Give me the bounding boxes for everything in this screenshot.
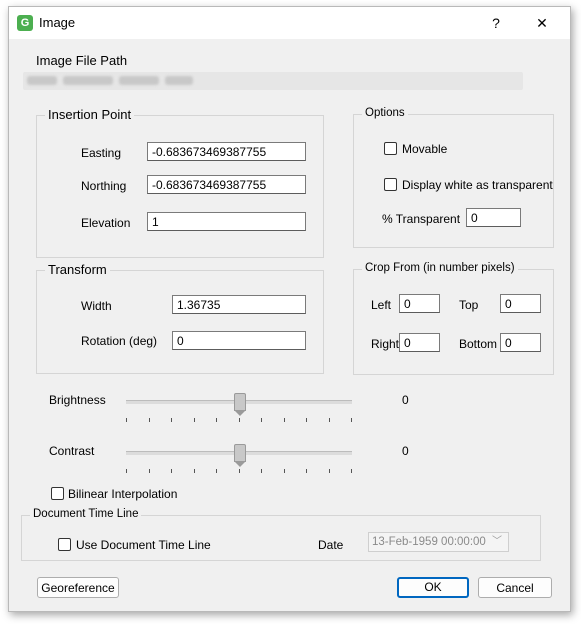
date-value: 13-Feb-1959 00:00:00: [372, 536, 486, 548]
crop-top-input[interactable]: 0: [500, 294, 541, 313]
use-time-line-checkbox[interactable]: [58, 538, 71, 551]
crop-top-label: Top: [459, 298, 479, 312]
ok-button[interactable]: OK: [397, 577, 469, 598]
crop-right-label: Right: [371, 337, 400, 351]
brightness-tick: [216, 418, 217, 422]
time-line-title: Document Time Line: [30, 508, 142, 520]
northing-input[interactable]: -0.683673469387755: [147, 175, 306, 194]
chevron-down-icon: ﹀: [492, 536, 502, 547]
brightness-tick: [149, 418, 150, 422]
contrast-tick: [306, 469, 307, 473]
brightness-tick: [239, 418, 240, 422]
crop-bottom-input[interactable]: 0: [500, 333, 541, 352]
brightness-tick: [351, 418, 352, 422]
contrast-tick: [216, 469, 217, 473]
contrast-slider[interactable]: [126, 444, 352, 474]
white-transparent-checkbox[interactable]: [384, 178, 397, 191]
options-group: Options Movable Display white as transpa…: [353, 107, 554, 248]
crop-left-label: Left: [371, 298, 392, 312]
brightness-value: 0: [402, 393, 409, 407]
close-button[interactable]: ✕: [528, 11, 556, 35]
contrast-tick: [194, 469, 195, 473]
northing-label: Northing: [81, 179, 127, 193]
transparent-label: % Transparent: [382, 212, 461, 226]
crop-left-input[interactable]: 0: [399, 294, 440, 313]
contrast-tick: [126, 469, 127, 473]
brightness-tick: [329, 418, 330, 422]
georeference-button[interactable]: Georeference: [37, 577, 119, 598]
bilinear-checkbox[interactable]: [51, 487, 64, 500]
insertion-point-group: Insertion Point Easting -0.6836734693877…: [36, 107, 324, 258]
brightness-tick: [171, 418, 172, 422]
transform-group: Transform Width 1.36735 Rotation (deg) 0: [36, 262, 324, 374]
contrast-tick: [261, 469, 262, 473]
date-label: Date: [318, 538, 344, 552]
brightness-thumb[interactable]: [234, 393, 246, 416]
contrast-tick: [284, 469, 285, 473]
width-input[interactable]: 1.36735: [172, 295, 306, 314]
white-transparent-label: Display white as transparent: [402, 178, 553, 192]
contrast-label: Contrast: [49, 444, 95, 458]
brightness-tick: [284, 418, 285, 422]
app-icon: G: [17, 15, 33, 31]
brightness-tick: [261, 418, 262, 422]
contrast-tick: [351, 469, 352, 473]
contrast-value: 0: [402, 444, 409, 458]
contrast-tick: [171, 469, 172, 473]
bilinear-label: Bilinear Interpolation: [68, 487, 178, 501]
brightness-slider[interactable]: [126, 393, 352, 423]
crop-title: Crop From (in number pixels): [362, 262, 518, 274]
width-label: Width: [81, 299, 112, 313]
elevation-label: Elevation: [81, 216, 131, 230]
insertion-point-title: Insertion Point: [45, 107, 135, 122]
file-path-label: Image File Path: [36, 53, 128, 68]
elevation-input[interactable]: 1: [147, 212, 306, 231]
cancel-button[interactable]: Cancel: [478, 577, 552, 598]
crop-bottom-label: Bottom: [459, 337, 498, 351]
file-path-value: [23, 72, 523, 90]
rotation-label: Rotation (deg): [81, 334, 158, 348]
crop-right-input[interactable]: 0: [399, 333, 440, 352]
contrast-tick: [239, 469, 240, 473]
transform-title: Transform: [45, 262, 110, 277]
easting-label: Easting: [81, 146, 122, 160]
time-line-group: Document Time Line Use Document Time Lin…: [21, 508, 541, 561]
brightness-tick: [126, 418, 127, 422]
easting-input[interactable]: -0.683673469387755: [147, 142, 306, 161]
contrast-thumb[interactable]: [234, 444, 246, 467]
date-combo[interactable]: 13-Feb-1959 00:00:00 ﹀: [368, 532, 509, 552]
use-time-line-label: Use Document Time Line: [76, 538, 211, 552]
options-title: Options: [362, 107, 408, 119]
title-bar: G Image ? ✕: [9, 7, 570, 39]
window-title: Image: [39, 15, 76, 30]
image-dialog: G Image ? ✕ Image File Path Insertion Po…: [8, 6, 571, 612]
transparent-input[interactable]: 0: [466, 208, 521, 227]
movable-label: Movable: [402, 142, 448, 156]
rotation-input[interactable]: 0: [172, 331, 306, 350]
crop-group: Crop From (in number pixels) Left 0 Top …: [353, 262, 554, 375]
brightness-tick: [194, 418, 195, 422]
contrast-tick: [149, 469, 150, 473]
movable-checkbox[interactable]: [384, 142, 397, 155]
contrast-tick: [329, 469, 330, 473]
brightness-label: Brightness: [49, 393, 106, 407]
brightness-tick: [306, 418, 307, 422]
help-button[interactable]: ?: [482, 11, 510, 35]
